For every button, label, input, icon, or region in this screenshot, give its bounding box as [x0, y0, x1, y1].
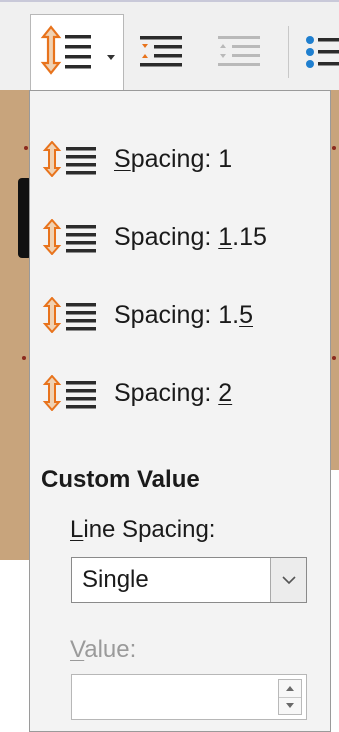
document-marker	[24, 146, 28, 150]
value-spin-field[interactable]	[71, 674, 307, 720]
spin-down-button[interactable]	[279, 697, 301, 714]
menu-item-spacing-2[interactable]: Spacing: 2	[42, 363, 322, 423]
chevron-down-icon	[281, 576, 296, 585]
decrease-paragraph-spacing-button[interactable]	[214, 12, 266, 84]
value-label: Value:	[70, 636, 137, 663]
menu-item-spacing-1-15[interactable]: Spacing: 1.15	[42, 207, 322, 267]
bullets-button[interactable]	[300, 12, 339, 84]
line-spacing-label: Line Spacing:	[70, 516, 216, 543]
spin-buttons	[278, 679, 302, 715]
menu-item-label: Spacing: 1.5	[114, 300, 253, 329]
line-spacing-dropdown: Spacing: 1 Spacing: 1.15 Spacing: 1.5 Sp…	[29, 90, 331, 732]
custom-value-heading: Custom Value	[41, 466, 200, 493]
line-spacing-icon	[40, 25, 91, 75]
menu-item-spacing-1[interactable]: Spacing: 1	[42, 129, 322, 189]
menu-item-label: Spacing: 1	[114, 144, 233, 173]
line-spacing-icon	[42, 219, 96, 255]
increase-paragraph-spacing-button[interactable]	[136, 12, 188, 84]
chevron-down-icon[interactable]	[107, 55, 115, 60]
line-spacing-select[interactable]: Single	[71, 557, 307, 603]
decrease-paragraph-spacing-icon	[218, 36, 260, 66]
line-spacing-icon	[42, 297, 96, 333]
document-marker	[332, 146, 336, 150]
menu-item-label: Spacing: 2	[114, 378, 233, 407]
increase-paragraph-spacing-icon	[140, 36, 182, 67]
bulleted-list-icon	[306, 36, 339, 68]
document-marker	[332, 356, 336, 360]
toolbar	[0, 0, 339, 94]
menu-item-spacing-1-5[interactable]: Spacing: 1.5	[42, 285, 322, 345]
triangle-up-icon	[286, 686, 294, 691]
menu-item-label: Spacing: 1.15	[114, 222, 267, 251]
line-spacing-button[interactable]	[30, 14, 124, 94]
spin-up-button[interactable]	[279, 680, 301, 698]
select-dropdown-button[interactable]	[270, 558, 306, 602]
document-page	[0, 560, 30, 732]
line-spacing-icon	[42, 375, 96, 411]
line-spacing-select-value: Single	[82, 566, 149, 593]
triangle-down-icon	[286, 703, 294, 708]
toolbar-separator	[288, 26, 289, 78]
document-marker	[22, 356, 26, 360]
line-spacing-icon	[42, 141, 96, 177]
